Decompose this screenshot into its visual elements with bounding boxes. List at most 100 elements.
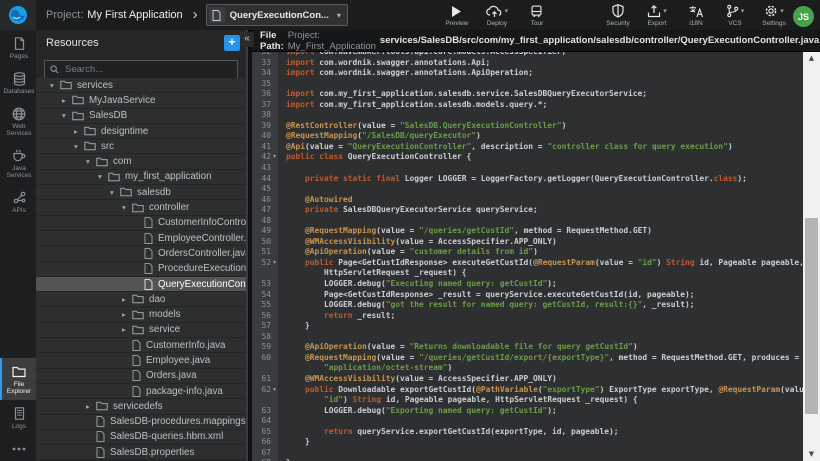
search-input[interactable] xyxy=(63,63,232,76)
gutter: 66 xyxy=(252,437,278,448)
add-resource-button[interactable]: + xyxy=(224,35,240,51)
tree-item-label: servicedefs xyxy=(113,401,163,412)
tree-row[interactable]: ▸ servicedefs xyxy=(36,399,246,414)
tree-row[interactable]: ▸dao xyxy=(36,292,246,307)
rail-item-file-explorer[interactable]: File Explorer xyxy=(0,358,36,400)
chevron-expanded-icon[interactable]: ▾ xyxy=(98,172,108,181)
java-services-icon xyxy=(12,148,26,163)
app-logo[interactable] xyxy=(0,0,36,30)
toolbar-button-i18n[interactable]: i18N xyxy=(683,4,709,27)
code-line: 34import com.wordnik.swagger.annotations… xyxy=(252,68,803,79)
code-line: 59 @ApiOperation(value = "Returns downlo… xyxy=(252,342,803,353)
fold-marker-icon[interactable]: ▾ xyxy=(271,385,278,396)
tree-row[interactable]: ▾my_first_application xyxy=(36,170,246,185)
tree-row[interactable]: ▾controller xyxy=(36,200,246,215)
tree-row[interactable]: SalesDB-procedures.mappings.json xyxy=(36,415,246,430)
toolbar-button-preview[interactable]: Preview xyxy=(444,4,470,27)
chevron-collapsed-icon[interactable]: ▸ xyxy=(122,310,132,319)
tree-row[interactable]: ▾services xyxy=(36,78,246,93)
gutter: 59 xyxy=(252,342,278,353)
toolbar-label: Deploy xyxy=(487,20,507,27)
tree-row[interactable]: ProcedureExecutionController.java xyxy=(36,262,246,277)
chevron-collapsed-icon[interactable]: ▸ xyxy=(122,295,132,304)
tree-item-label: package-info.java xyxy=(146,386,223,397)
fold-marker-icon[interactable]: ▾ xyxy=(271,258,278,269)
rail-item-pages[interactable]: Pages xyxy=(0,30,36,65)
chevron-expanded-icon[interactable]: ▾ xyxy=(62,111,72,120)
tree-row[interactable]: CustomerInfoController.java xyxy=(36,216,246,231)
rail-item-java-services[interactable]: Java Services xyxy=(0,142,36,184)
toolbar-button-settings[interactable]: ▾Settings xyxy=(761,4,787,27)
chevron-collapsed-icon[interactable]: ▸ xyxy=(86,402,96,411)
tree-row[interactable]: SalesDB-queries.hbm.xml xyxy=(36,430,246,445)
open-file-dropdown[interactable]: QueryExecutionCon... ▾ xyxy=(206,4,348,26)
toolbar-label: Security xyxy=(606,20,629,27)
tree-row[interactable]: ▸designtime xyxy=(36,124,246,139)
tree-row[interactable]: SalesDB.properties xyxy=(36,445,246,460)
line-number: 52 xyxy=(252,258,271,269)
chevron-expanded-icon[interactable]: ▾ xyxy=(50,81,60,90)
toolbar-button-export[interactable]: ▾Export xyxy=(644,4,670,27)
gutter: 37 xyxy=(252,100,278,111)
rail-item-databases[interactable]: Databases xyxy=(0,65,36,100)
scroll-up-arrow[interactable]: ▲ xyxy=(803,52,820,65)
line-number: 35 xyxy=(252,79,271,90)
scrollbar-thumb[interactable] xyxy=(805,218,818,414)
rail-item-web-services[interactable]: Web Services xyxy=(0,100,36,142)
tree-item-label: ProcedureExecutionController.java xyxy=(158,263,246,274)
tree-row[interactable]: Employee.java xyxy=(36,353,246,368)
line-number: 37 xyxy=(252,100,271,111)
chevron-expanded-icon[interactable]: ▾ xyxy=(74,142,84,151)
code-line: 62▾ public Downloadable exportGetCustId(… xyxy=(252,385,803,396)
tree-row[interactable]: ▸service xyxy=(36,323,246,338)
rail-item-more[interactable] xyxy=(0,435,36,461)
fold-spacer xyxy=(271,131,278,142)
tree-row[interactable]: ▸MyJavaService xyxy=(36,93,246,108)
code-line: 48 xyxy=(252,216,803,227)
tree-item-label: QueryExecutionController.java xyxy=(158,279,246,290)
fold-spacer xyxy=(271,247,278,258)
rail-item-logs[interactable]: Logs xyxy=(0,400,36,435)
tree-row[interactable]: QueryExecutionController.java xyxy=(36,277,246,292)
tree-row[interactable]: ▸models xyxy=(36,307,246,322)
scroll-down-arrow[interactable]: ▼ xyxy=(803,448,820,461)
chevron-expanded-icon[interactable]: ▾ xyxy=(86,157,96,166)
tree-row[interactable]: CustomerInfo.java xyxy=(36,338,246,353)
code-line: 61 @WMAccessVisibility(value = AccessSpe… xyxy=(252,374,803,385)
chevron-collapsed-icon[interactable]: ▸ xyxy=(62,96,72,105)
tree-row[interactable]: package-info.java xyxy=(36,384,246,399)
chevron-expanded-icon[interactable]: ▾ xyxy=(110,188,120,197)
toolbar-center: Preview ▾Deploy Tour xyxy=(444,4,550,27)
code-editor[interactable]: 32import com.wavemaker.tools.api.core.mo… xyxy=(252,52,803,461)
toolbar-button-tour[interactable]: Tour xyxy=(524,4,550,27)
collapse-panel-button[interactable]: « xyxy=(240,32,254,47)
code-lines: 32import com.wavemaker.tools.api.core.mo… xyxy=(252,52,803,461)
code-text: public Page<GetCustIdResponse> executeGe… xyxy=(278,258,803,269)
project-name[interactable]: My First Application xyxy=(87,9,182,21)
chevron-collapsed-icon[interactable]: ▸ xyxy=(122,325,132,334)
tree-row[interactable]: ▾salesdb xyxy=(36,185,246,200)
chevron-collapsed-icon[interactable]: ▸ xyxy=(74,127,84,136)
toolbar-button-security[interactable]: Security xyxy=(605,4,631,27)
logs-icon xyxy=(14,406,25,421)
code-text: "application/octet-stream") xyxy=(278,363,452,374)
chevron-expanded-icon[interactable]: ▾ xyxy=(122,203,132,212)
tree-row[interactable]: Orders.java xyxy=(36,369,246,384)
line-number: 58 xyxy=(252,332,271,343)
wavemaker-studio: Project: My First Application › QueryExe… xyxy=(0,0,820,461)
tree-row[interactable]: ▾SalesDB xyxy=(36,109,246,124)
rail-item-apis[interactable]: APIs xyxy=(0,184,36,219)
file-icon xyxy=(96,447,105,458)
rail-item-label: Java Services xyxy=(2,165,36,179)
toolbar-button-vcs[interactable]: ▾VCS xyxy=(722,4,748,27)
tree-row[interactable]: ▾com xyxy=(36,154,246,169)
rail-item-label: Databases xyxy=(2,88,36,95)
tree-row[interactable]: OrdersController.java xyxy=(36,246,246,261)
tree-row[interactable]: EmployeeController.java xyxy=(36,231,246,246)
toolbar-button-deploy[interactable]: ▾Deploy xyxy=(484,4,510,27)
user-avatar[interactable]: JS xyxy=(793,6,814,27)
fold-marker-icon[interactable]: ▾ xyxy=(271,152,278,163)
line-number xyxy=(252,268,271,279)
tree-row[interactable]: ▾src xyxy=(36,139,246,154)
editor-vertical-scrollbar[interactable]: ▲ ▼ xyxy=(803,52,820,461)
